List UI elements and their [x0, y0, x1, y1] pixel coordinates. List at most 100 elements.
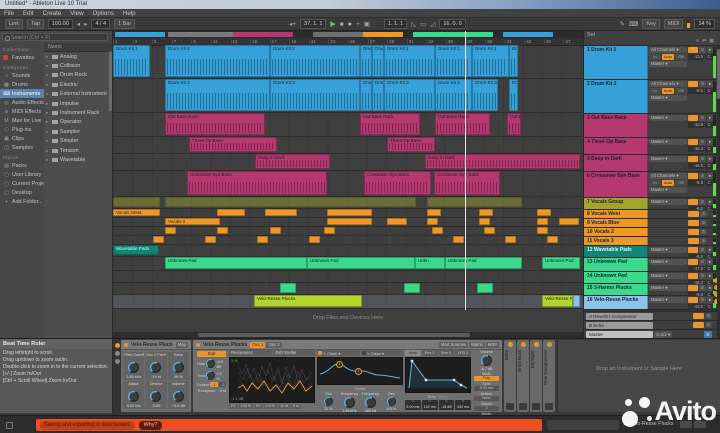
track-activator[interactable]: [688, 247, 699, 253]
clip-drum-kit-3[interactable]: Drum Kit 3: [165, 79, 270, 111]
browser-entry-sampler[interactable]: ▸ Sampler: [44, 127, 112, 136]
menu-file[interactable]: File: [4, 10, 14, 17]
track-name[interactable]: 8 Vocals West: [584, 210, 648, 218]
track-activator[interactable]: [688, 81, 699, 87]
filter-knob-res[interactable]: Res 0.0 %: [381, 392, 402, 413]
wt-footer-item[interactable]: 0 st: [290, 404, 301, 409]
transpose-value[interactable]: 0 st: [220, 388, 226, 393]
clip-wavetable-pads[interactable]: Wavetable Pads: [113, 245, 159, 255]
draw-mode-icon[interactable]: ✎: [620, 20, 625, 29]
track-header-12-wavetable-pads[interactable]: 12 Wavetable Pads Master ▾ S ● -8.0 C: [584, 246, 720, 260]
macro-attack[interactable]: Attack 0.02 ms: [123, 381, 145, 409]
status-toggles[interactable]: [680, 421, 706, 428]
collapsed-device-echo[interactable]: Echo: [504, 340, 516, 412]
macro-osc-2-pitch[interactable]: Osc 2 Pitch -10 st: [145, 352, 167, 380]
output-routing-chooser[interactable]: Master ▾: [649, 187, 687, 193]
global-time[interactable]: Time 0.00 ms: [473, 382, 500, 391]
clip[interactable]: [537, 227, 548, 234]
master-name[interactable]: Master: [586, 330, 653, 338]
collapsed-device-glue-compressor[interactable]: Glue Compressor: [543, 340, 555, 412]
solo-button[interactable]: S: [699, 139, 706, 145]
sidebar-item-samples[interactable]: ◫ Samples: [0, 143, 44, 152]
clip[interactable]: [427, 209, 441, 216]
monitor-auto[interactable]: Auto: [662, 180, 674, 186]
track-activator[interactable]: [693, 322, 704, 328]
output-routing-chooser[interactable]: Master ▾: [649, 273, 687, 279]
solo-button[interactable]: S: [699, 273, 706, 279]
expand-icon[interactable]: ▸: [46, 91, 50, 97]
sub-toggle[interactable]: Sub: [197, 351, 226, 357]
sidebar-item-add-folder[interactable]: + Add Folder...: [0, 197, 44, 206]
sidebar-item-max-for-live[interactable]: M Max for Live: [0, 116, 44, 125]
track-name[interactable]: 2 Drum Kit 3: [584, 80, 648, 113]
return-track-a-reverb-compressor[interactable]: A Reverb | Compressor S: [584, 311, 720, 320]
wt-footer-item[interactable]: 0.0 %: [263, 404, 277, 409]
gain-knob[interactable]: [206, 359, 216, 368]
track-header-10-vocals-2[interactable]: 10 Vocals 2 S: [584, 228, 720, 237]
track-header-1-drum-kit-1[interactable]: 1 Drum Kit 1 All Channels ▾ In Auto Off Maste…: [584, 46, 720, 80]
track-lane-7-vocals-group[interactable]: [113, 197, 583, 209]
punch-in-button[interactable]: ◺: [411, 20, 416, 29]
volume-display[interactable]: -8.5: [688, 88, 704, 94]
clip-drum[interactable]: Drum: [372, 79, 384, 111]
tab-osc-2[interactable]: Osc 2: [266, 341, 282, 348]
nudge-down-icon[interactable]: ◂: [77, 20, 80, 29]
monitor-off[interactable]: Off: [675, 54, 687, 60]
link-button[interactable]: Link: [5, 19, 24, 29]
menu-edit[interactable]: Edit: [23, 10, 34, 17]
clip-dr[interactable]: Dr: [509, 79, 518, 111]
track-header-2-drum-kit-3[interactable]: 2 Drum Kit 3 All Channels ▾ In Auto Off Maste…: [584, 80, 720, 114]
macro-detune[interactable]: Detune -0.80: [145, 381, 167, 409]
track-name[interactable]: 12 Wavetable Pads: [584, 246, 648, 257]
browser-entry-analog[interactable]: ▸ Analog: [44, 52, 112, 61]
expand-icon[interactable]: ▸: [46, 119, 50, 125]
clip-crossover-syn-bass[interactable]: Crossover Syn Bass: [364, 171, 431, 195]
browser-entry-simpler[interactable]: ▸ Simpler: [44, 137, 112, 146]
sidebar-item-plug-ins[interactable]: ⬡ Plug-ins: [0, 125, 44, 134]
clip-deep-in-dark[interactable]: Deep in Dark: [425, 154, 580, 169]
track-name[interactable]: 6 Crossover Syn Bass: [584, 172, 648, 197]
browser-entry-operator[interactable]: ▸ Operator: [44, 118, 112, 127]
track-header-9-vocals-blue[interactable]: 9 Vocals Blue S: [584, 219, 720, 228]
track-lane-1-drum-kit-1[interactable]: Drum Kit 1 Drum Kit 2 Drum Kit 2 Drum Drum Dr…: [113, 45, 583, 79]
clip[interactable]: [217, 209, 245, 216]
clip-deep-in-dark[interactable]: Deep in Dark: [255, 154, 330, 169]
output-routing-chooser[interactable]: Master ▾: [649, 285, 687, 291]
track-header-6-crossover-syn-bass[interactable]: 6 Crossover Syn Bass All Channels ▾ In Auto…: [584, 172, 720, 198]
expand-icon[interactable]: ▸: [46, 157, 50, 163]
quantize-menu[interactable]: 1 Bar: [114, 19, 136, 29]
track-name[interactable]: 13 Unknown Pad: [584, 258, 648, 271]
browser-scrollbar[interactable]: [109, 51, 112, 111]
track-activator[interactable]: [688, 156, 699, 162]
track-lane-4-three-op-bass[interactable]: Three Op Bass Three Op Bass: [113, 137, 583, 154]
macro-knob[interactable]: [150, 362, 162, 373]
matrix-button[interactable]: Matrix: [469, 341, 485, 348]
menu-view[interactable]: View: [70, 10, 83, 17]
clip-drum[interactable]: Drum: [372, 45, 384, 77]
filter2-type[interactable]: ∿ Clean ▾: [360, 350, 403, 356]
clip-drum-kit-1[interactable]: Drum Kit 1: [384, 45, 435, 77]
wt-footer-item[interactable]: 12 st: [277, 404, 290, 409]
input-routing-chooser[interactable]: All Channels ▾: [649, 173, 687, 179]
track-name[interactable]: 3 Out Bass Rack: [584, 114, 648, 137]
input-routing-chooser[interactable]: All Channels ▾: [649, 47, 687, 53]
loop-start-display[interactable]: 1. 1. 1: [383, 19, 408, 29]
clip[interactable]: [453, 236, 464, 243]
volume-display[interactable]: -10.9: [688, 122, 704, 128]
track-activator[interactable]: [688, 47, 699, 53]
clip[interactable]: [327, 209, 372, 216]
env-tab-env-3[interactable]: Env 3: [438, 350, 455, 356]
clip-drum-kit-1[interactable]: Drum Kit 1: [435, 45, 472, 77]
sidebar-item-current-project[interactable]: ▢Current Project: [0, 179, 44, 188]
track-activator[interactable]: [688, 297, 699, 303]
track-activator[interactable]: [688, 211, 699, 217]
overdub-button[interactable]: +: [356, 20, 360, 29]
track-activator[interactable]: [688, 173, 699, 179]
selection-breadcrumb[interactable]: [547, 420, 619, 430]
volume-display[interactable]: -16.5: [688, 163, 704, 169]
clip-unknown-pad[interactable]: Unknown Pad: [445, 257, 522, 269]
clip[interactable]: [165, 227, 176, 234]
volume-display[interactable]: -13.0: [688, 304, 704, 310]
track-header-7-vocals-group[interactable]: 7 Vocals Group Master ▾ S ● -8.0 C: [584, 198, 720, 212]
track-lane-16-velo-resse-plucks[interactable]: Velo-Resse Plucks Velo-Resse Pl: [113, 295, 583, 309]
